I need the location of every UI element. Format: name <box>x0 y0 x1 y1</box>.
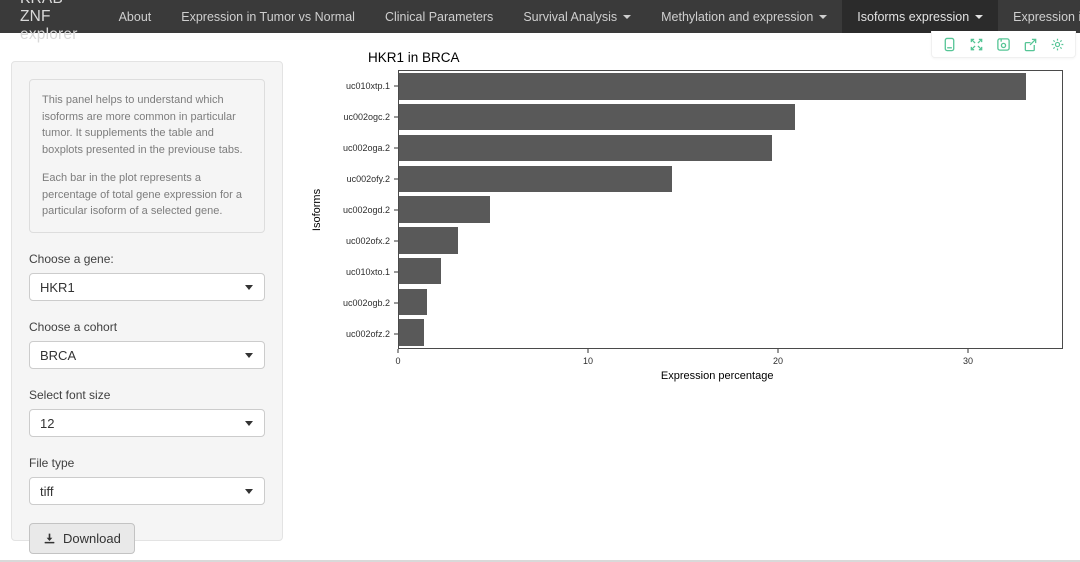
sidebar-panel: This panel helps to understand which iso… <box>11 61 283 541</box>
bar-uc002ofx.2 <box>399 227 458 253</box>
y-tick-mark <box>394 147 398 148</box>
fontsize-select[interactable]: 12 <box>29 409 265 437</box>
bar-uc010xtp.1 <box>399 73 1026 99</box>
y-tick-label: uc002ogc.2 <box>343 112 390 122</box>
filetype-select-value: tiff <box>40 484 54 499</box>
nav-tabs: About Expression in Tumor vs Normal Clinic… <box>104 0 1080 33</box>
x-tick-mark <box>398 349 399 353</box>
bar-uc002ogb.2 <box>399 289 427 315</box>
info-well: This panel helps to understand which iso… <box>29 79 265 233</box>
tab-label: Isoforms expression <box>857 10 969 24</box>
tab-survival-analysis[interactable]: Survival Analysis <box>508 0 646 33</box>
x-tick-mark <box>778 349 779 353</box>
bar-uc002oga.2 <box>399 135 772 161</box>
y-tick-mark <box>394 209 398 210</box>
tab-label: Expression in Tumor vs Normal <box>181 10 355 24</box>
tab-expression-in-tumor-vs-normal[interactable]: Expression in Tumor vs Normal <box>166 0 370 33</box>
x-tick-label: 20 <box>773 356 783 366</box>
navbar: KRAB ZNF explorer About Expression in Tum… <box>0 0 1080 33</box>
gene-select-value: HKR1 <box>40 280 75 295</box>
tab-clinical-parameters[interactable]: Clinical Parameters <box>370 0 508 33</box>
bar-row <box>399 163 1062 194</box>
x-tick-label: 10 <box>583 356 593 366</box>
cohort-select-value: BRCA <box>40 348 76 363</box>
y-tick-mark <box>394 178 398 179</box>
download-icon <box>43 532 56 545</box>
cohort-select-label: Choose a cohort <box>29 320 265 334</box>
y-tick-label: uc002ofy.2 <box>347 174 390 184</box>
plot-panel <box>398 70 1063 349</box>
tab-label: Methylation and expression <box>661 10 813 24</box>
info-paragraph-2: Each bar in the plot represents a percen… <box>42 170 252 220</box>
fontsize-select-value: 12 <box>40 416 54 431</box>
y-tick-mark <box>394 333 398 334</box>
tab-label: Survival Analysis <box>523 10 617 24</box>
tab-methylation-and-expression[interactable]: Methylation and expression <box>646 0 842 33</box>
x-tick-mark <box>588 349 589 353</box>
bar-row <box>399 194 1062 225</box>
tab-label: Expression in normal tissue <box>1013 10 1080 24</box>
plot-panel-wrap: Isoforms Expression percentage uc010xtp.… <box>398 70 1063 349</box>
y-axis-title: Isoforms <box>311 186 323 234</box>
bar-uc010xto.1 <box>399 258 441 284</box>
y-tick-label: uc010xto.1 <box>346 267 390 277</box>
chevron-down-icon <box>245 421 253 426</box>
y-tick-mark <box>394 85 398 86</box>
chevron-down-icon <box>245 353 253 358</box>
tab-about[interactable]: About <box>104 0 167 33</box>
x-axis-title: Expression percentage <box>661 370 774 382</box>
bar-row <box>399 133 1062 164</box>
chart-title: HKR1 in BRCA <box>368 50 460 65</box>
info-paragraph-1: This panel helps to understand which iso… <box>42 92 252 159</box>
y-tick-label: uc002ogd.2 <box>343 205 390 215</box>
bar-row <box>399 317 1062 348</box>
filetype-select-label: File type <box>29 456 265 470</box>
bar-uc002ogc.2 <box>399 104 795 130</box>
bar-row <box>399 286 1062 317</box>
tab-isoforms-expression[interactable]: Isoforms expression <box>842 0 998 33</box>
filetype-select[interactable]: tiff <box>29 477 265 505</box>
gene-select-label: Choose a gene: <box>29 252 265 266</box>
gene-select[interactable]: HKR1 <box>29 273 265 301</box>
app-title: KRAB ZNF explorer <box>0 0 104 33</box>
download-button[interactable]: Download <box>29 523 135 554</box>
y-tick-mark <box>394 271 398 272</box>
y-tick-mark <box>394 302 398 303</box>
cohort-select[interactable]: BRCA <box>29 341 265 369</box>
chevron-down-icon <box>975 15 983 19</box>
y-tick-label: uc002ofx.2 <box>346 236 390 246</box>
bar-uc002ogd.2 <box>399 196 490 222</box>
bar-row <box>399 256 1062 287</box>
tab-expression-in-normal-tissue[interactable]: Expression in normal tissue <box>998 0 1080 33</box>
bar-uc002ofz.2 <box>399 319 424 345</box>
y-tick-label: uc002ofz.2 <box>346 329 390 339</box>
chevron-down-icon <box>245 285 253 290</box>
y-tick-mark <box>394 240 398 241</box>
bar-uc002ofy.2 <box>399 166 672 192</box>
y-tick-label: uc010xtp.1 <box>346 81 390 91</box>
chevron-down-icon <box>245 489 253 494</box>
chevron-down-icon <box>819 15 827 19</box>
y-tick-label: uc002ogb.2 <box>343 298 390 308</box>
x-tick-mark <box>968 349 969 353</box>
y-tick-label: uc002oga.2 <box>343 143 390 153</box>
bar-row <box>399 225 1062 256</box>
tab-label: About <box>119 10 152 24</box>
x-tick-label: 30 <box>963 356 973 366</box>
download-button-label: Download <box>63 531 121 546</box>
bar-row <box>399 102 1062 133</box>
chevron-down-icon <box>623 15 631 19</box>
tab-label: Clinical Parameters <box>385 10 493 24</box>
isoform-bar-chart: HKR1 in BRCA Isoforms Expression percent… <box>300 48 1080 393</box>
x-tick-label: 0 <box>395 356 400 366</box>
bar-row <box>399 71 1062 102</box>
fontsize-select-label: Select font size <box>29 388 265 402</box>
y-tick-mark <box>394 116 398 117</box>
